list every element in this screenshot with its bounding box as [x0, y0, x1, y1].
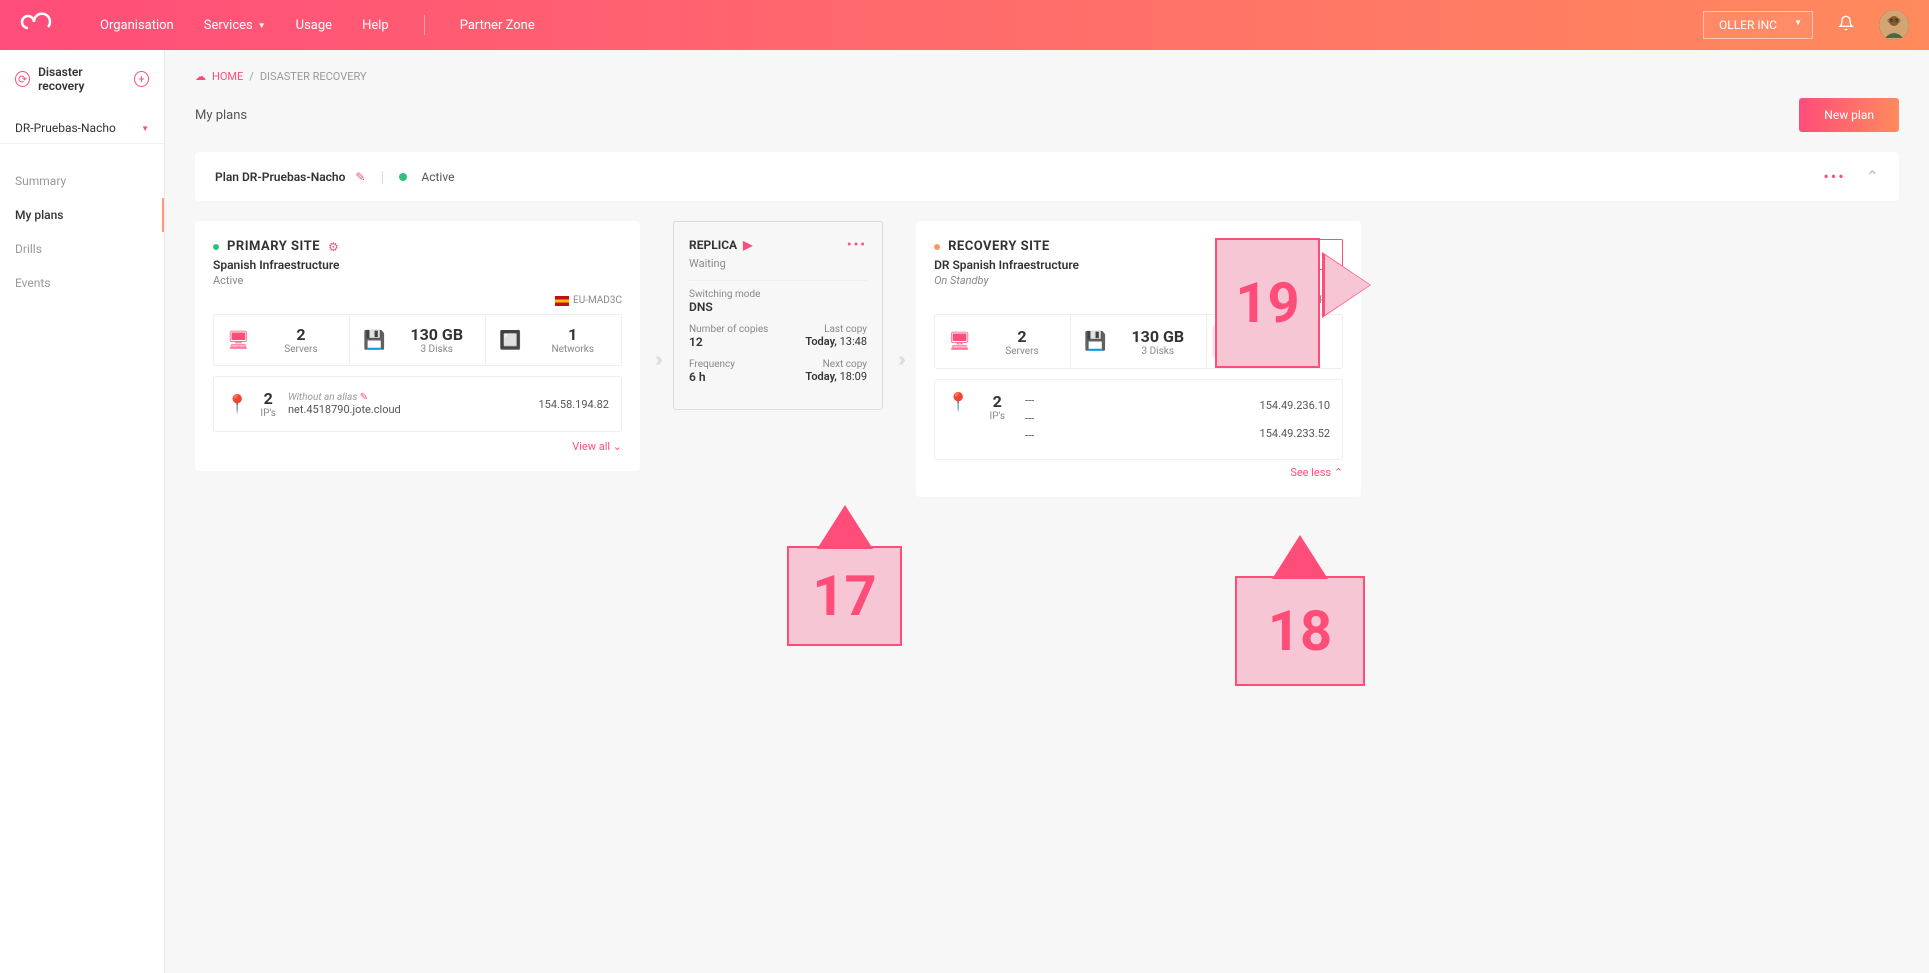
replica-status: Waiting	[689, 257, 867, 270]
sidebar: ⟳ Disaster recovery + DR-Pruebas-Nacho ▼…	[0, 50, 165, 973]
divider	[424, 15, 425, 35]
plan-select[interactable]: DR-Pruebas-Nacho ▼	[0, 113, 164, 144]
annotation-19: 19	[1215, 238, 1320, 368]
recovery-dashes: ---------	[1025, 392, 1034, 445]
pin-icon: 📍	[226, 394, 248, 415]
org-dropdown[interactable]: OLLER INC	[1703, 11, 1813, 39]
server-icon: 🖥	[219, 330, 250, 351]
primary-name: Spanish Infraestructure	[213, 258, 622, 272]
chevron-down-icon: ▼	[258, 21, 266, 30]
gear-icon[interactable]: ⚙	[328, 240, 339, 254]
breadcrumb-current: DISASTER RECOVERY	[260, 70, 367, 83]
pin-icon: 📍	[947, 392, 969, 413]
primary-status-dot	[213, 244, 219, 250]
nav-organisation[interactable]: Organisation	[100, 18, 174, 33]
nav-partner-zone[interactable]: Partner Zone	[460, 18, 535, 33]
bell-icon[interactable]	[1838, 15, 1854, 35]
breadcrumb: ☁ HOME / DISASTER RECOVERY	[195, 70, 1899, 83]
page-title: My plans	[195, 108, 247, 123]
chevrons-icon: ›››	[898, 347, 901, 371]
status-dot	[399, 173, 407, 181]
logo-icon[interactable]	[20, 10, 60, 40]
main-content: ☁ HOME / DISASTER RECOVERY My plans New …	[165, 50, 1929, 973]
primary-title: PRIMARY SITE	[227, 239, 320, 254]
view-all-link[interactable]: View all ⌄	[213, 440, 622, 453]
disk-icon: 💾	[355, 330, 385, 351]
header-right: OLLER INC	[1703, 10, 1909, 40]
nav-usage[interactable]: Usage	[296, 18, 332, 33]
disk-icon: 💾	[1076, 331, 1106, 352]
top-header: Organisation Services ▼ Usage Help Partn…	[0, 0, 1929, 50]
chevron-down-icon: ▼	[141, 124, 149, 133]
sidebar-item-myplans[interactable]: My plans	[0, 198, 164, 232]
flag-es-icon	[555, 296, 569, 306]
edit-icon[interactable]: ✎	[355, 170, 365, 184]
annotation-17: 17	[787, 546, 902, 646]
recovery-ips: 154.49.236.10154.49.233.52	[1260, 392, 1331, 447]
sites-row: PRIMARY SITE ⚙ Spanish Infraestructure A…	[195, 221, 1899, 497]
server-icon: 🖥	[940, 331, 971, 352]
replica-menu-icon[interactable]: •••	[847, 237, 867, 253]
plan-name: Plan DR-Pruebas-Nacho	[215, 170, 345, 184]
primary-alias-row: 📍 2IP's Without an alias ✎ net.4518790.j…	[213, 376, 622, 432]
plan-bar: Plan DR-Pruebas-Nacho ✎ | Active ••• ⌃	[195, 152, 1899, 201]
plan-status: Active	[421, 170, 454, 184]
sidebar-title: Disaster recovery	[38, 65, 126, 93]
primary-status: Active	[213, 274, 622, 287]
breadcrumb-home[interactable]: HOME	[212, 70, 243, 83]
collapse-icon[interactable]: ⌃	[1866, 167, 1879, 186]
avatar[interactable]	[1879, 10, 1909, 40]
add-plan-icon[interactable]: +	[134, 71, 149, 87]
see-less-link[interactable]: See less ⌃	[934, 466, 1343, 479]
recovery-status-dot	[934, 244, 940, 250]
recovery-status: On Standby	[934, 274, 1079, 287]
network-icon: 🔲	[491, 330, 521, 351]
refresh-icon[interactable]: ⟳	[15, 71, 30, 87]
primary-site-card: PRIMARY SITE ⚙ Spanish Infraestructure A…	[195, 221, 640, 471]
sidebar-item-events[interactable]: Events	[0, 266, 164, 300]
primary-ip: 154.58.194.82	[538, 398, 609, 411]
nav-help[interactable]: Help	[362, 18, 389, 33]
edit-alias-icon[interactable]: ✎	[360, 392, 368, 403]
nav-services[interactable]: Services ▼	[204, 18, 266, 33]
more-icon[interactable]: •••	[1823, 167, 1845, 186]
new-plan-button[interactable]: New plan	[1799, 98, 1899, 132]
recovery-name: DR Spanish Infraestructure	[934, 258, 1079, 272]
primary-stats: 🖥2Servers 💾130 GB3 Disks 🔲1Networks	[213, 314, 622, 366]
recovery-title: RECOVERY SITE	[948, 239, 1050, 254]
replica-card: REPLICA ▶ ••• Waiting Switching mode DNS…	[673, 221, 883, 410]
sidebar-item-drills[interactable]: Drills	[0, 232, 164, 266]
primary-region: EU-MAD3C	[573, 295, 622, 306]
cloud-icon: ☁	[195, 70, 206, 83]
play-icon[interactable]: ▶	[743, 238, 752, 252]
sidebar-item-summary[interactable]: Summary	[0, 164, 164, 198]
annotation-18: 18	[1235, 576, 1365, 686]
nav-menu: Organisation Services ▼ Usage Help Partn…	[100, 15, 535, 35]
chevrons-icon: ›››	[655, 347, 658, 371]
